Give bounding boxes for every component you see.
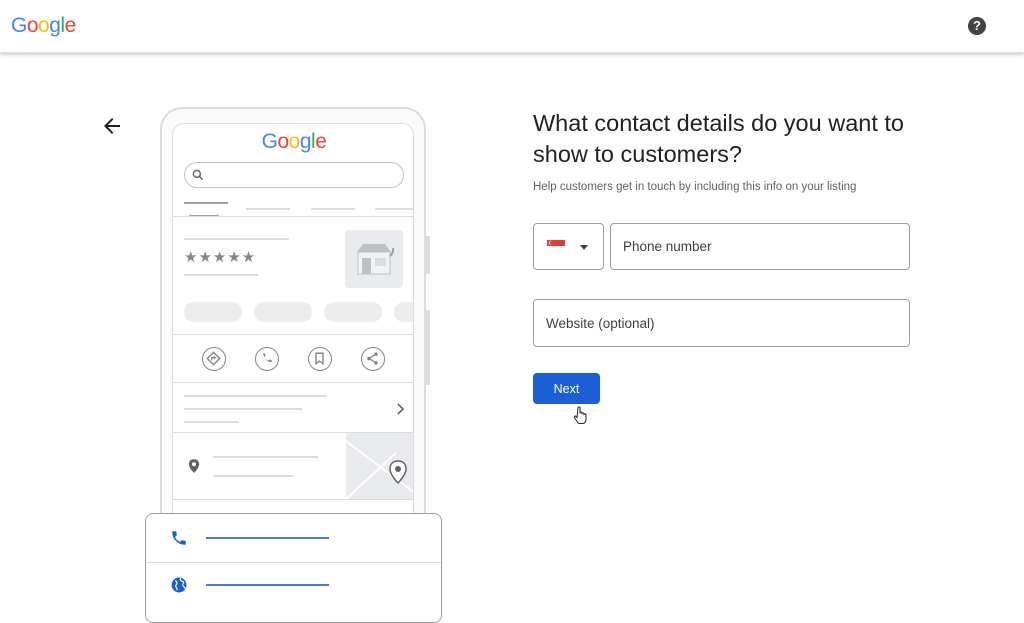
page-title: What contact details do you want to show… xyxy=(533,110,904,167)
logo-letter: o xyxy=(26,14,39,37)
contact-preview-card xyxy=(145,513,442,623)
directions-icon xyxy=(202,347,226,371)
bookmark-icon xyxy=(308,347,332,371)
logo-letter: g xyxy=(299,130,312,153)
logo-letter: G xyxy=(11,14,27,37)
location-pin-icon xyxy=(188,459,200,473)
logo-letter: o xyxy=(277,130,289,153)
country-code-selector[interactable] xyxy=(533,223,604,270)
illustration-search-bar xyxy=(184,162,404,188)
top-bar: Google ? xyxy=(0,0,1024,53)
logo-letter: o xyxy=(38,14,50,37)
map-thumbnail xyxy=(346,433,413,499)
logo-letter: g xyxy=(49,14,61,37)
phone-button xyxy=(426,236,430,274)
singapore-flag-icon xyxy=(547,240,565,252)
chevron-down-icon xyxy=(580,245,588,250)
help-icon[interactable]: ? xyxy=(968,17,986,35)
globe-icon xyxy=(171,577,187,593)
website-input[interactable] xyxy=(533,299,910,347)
phone-icon xyxy=(172,531,186,545)
phone-button xyxy=(426,310,430,385)
call-icon xyxy=(255,347,279,371)
logo-letter: o xyxy=(288,130,301,153)
hand-cursor-icon xyxy=(574,406,587,424)
next-button[interactable]: Next xyxy=(533,373,600,404)
phone-number-input[interactable] xyxy=(610,223,910,270)
arrow-back-icon[interactable] xyxy=(100,114,124,138)
google-logo[interactable]: Google xyxy=(11,14,76,38)
logo-letter: G xyxy=(261,130,278,153)
page-subtitle: Help customers get in touch by including… xyxy=(533,181,857,193)
illustration-logo: Google xyxy=(173,130,413,154)
chevron-right-icon xyxy=(397,403,405,415)
search-icon xyxy=(192,169,204,181)
logo-letter: e xyxy=(64,14,77,37)
logo-letter: e xyxy=(315,130,327,153)
rating-stars: ★★★★★ xyxy=(184,249,257,266)
share-icon xyxy=(361,347,385,371)
storefront-icon xyxy=(345,230,403,288)
